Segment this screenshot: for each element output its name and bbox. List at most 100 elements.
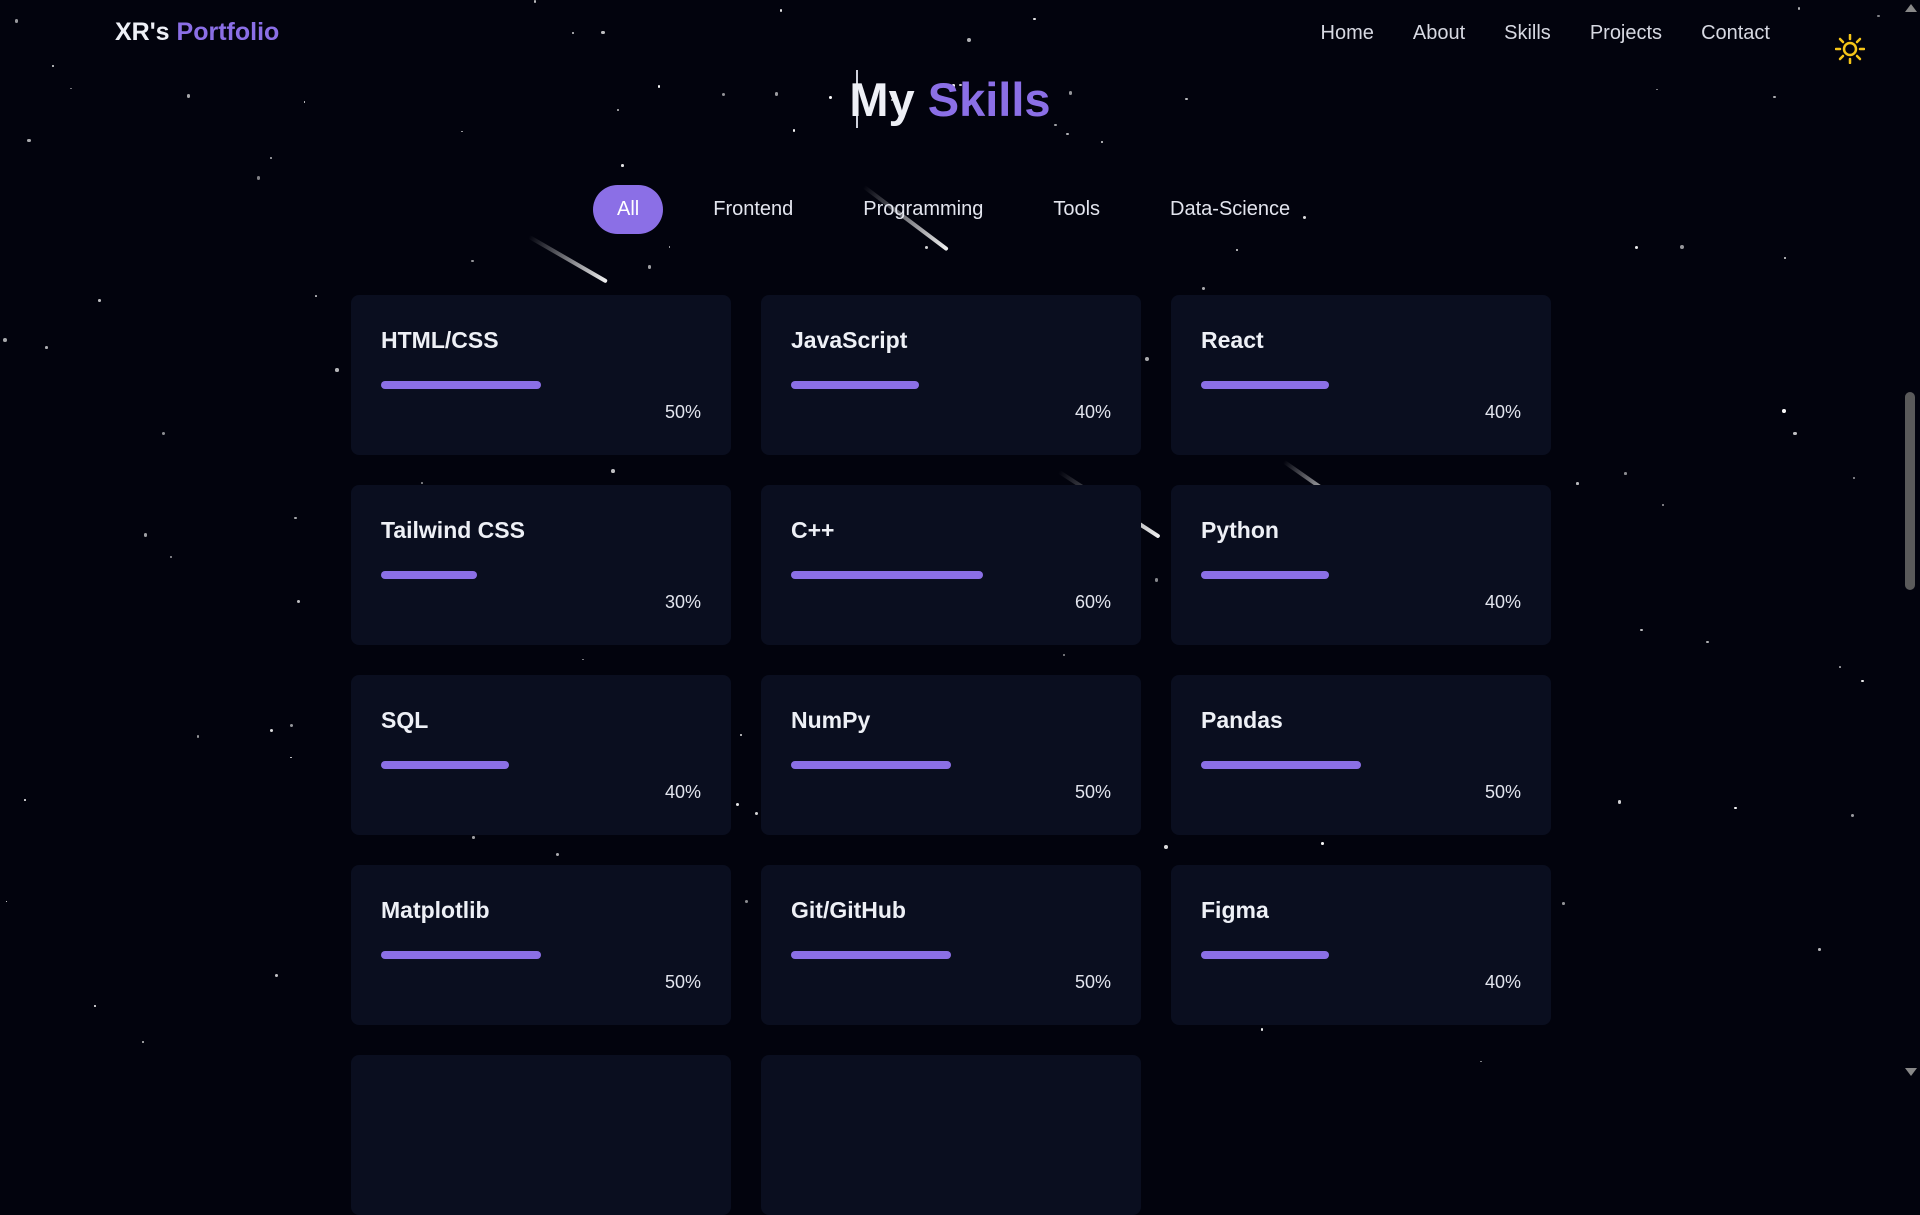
skill-progress-fill — [1201, 571, 1329, 579]
skill-percent: 40% — [1074, 402, 1111, 422]
star — [94, 1004, 97, 1007]
star — [45, 346, 49, 350]
skill-name: Figma — [1201, 897, 1269, 923]
site-logo[interactable]: XR's Portfolio — [115, 18, 279, 47]
star — [792, 128, 796, 132]
star — [461, 130, 463, 133]
tab-programming[interactable]: Programming — [843, 185, 1003, 234]
skill-percent: 40% — [664, 782, 701, 802]
star — [335, 368, 339, 372]
section-title: My Skills — [0, 72, 1900, 127]
star — [735, 803, 739, 807]
skill-card: Matplotlib 50% — [351, 865, 731, 1025]
skill-name: Matplotlib — [381, 897, 490, 923]
skill-progress-bar — [791, 951, 1111, 959]
tab-tools[interactable]: Tools — [1033, 185, 1120, 234]
star — [1624, 472, 1627, 475]
skill-progress-bar — [1201, 951, 1521, 959]
nav-link-about[interactable]: About — [1413, 22, 1465, 45]
skill-percent: 40% — [1484, 592, 1521, 612]
star — [1783, 256, 1786, 259]
nav-link-contact[interactable]: Contact — [1701, 22, 1770, 45]
star — [745, 899, 749, 903]
skill-progress-bar — [1201, 571, 1521, 579]
scroll-thumb[interactable] — [1905, 392, 1915, 590]
skill-progress-fill — [1201, 951, 1329, 959]
star — [1734, 806, 1737, 810]
skill-progress-bar — [381, 571, 701, 579]
skill-progress-bar — [791, 571, 1111, 579]
nav-link-projects[interactable]: Projects — [1590, 22, 1662, 45]
skill-percent: 50% — [664, 402, 701, 422]
star — [269, 729, 273, 733]
skill-card: Git/GitHub 50% — [761, 865, 1141, 1025]
skill-progress-bar — [1201, 381, 1521, 389]
skill-card-partial — [761, 1055, 1141, 1215]
scroll-up-arrow-icon[interactable] — [1905, 4, 1917, 12]
skill-name: React — [1201, 327, 1264, 353]
sun-icon — [1834, 33, 1866, 65]
skill-progress-bar — [381, 381, 701, 389]
skill-percent: 50% — [1074, 972, 1111, 992]
star — [1100, 141, 1103, 144]
nav-link-home[interactable]: Home — [1321, 22, 1374, 45]
star — [739, 733, 742, 736]
star — [1662, 503, 1665, 506]
skill-name: Python — [1201, 517, 1279, 543]
star — [314, 294, 317, 297]
star — [290, 756, 292, 759]
star — [1782, 409, 1786, 413]
skill-card: C++ 60% — [761, 485, 1141, 645]
skill-filter-tabs: All Frontend Programming Tools Data-Scie… — [593, 185, 1340, 234]
star — [294, 516, 297, 520]
skill-card: Pandas 50% — [1171, 675, 1551, 835]
skill-progress-fill — [791, 761, 951, 769]
star — [1236, 249, 1239, 252]
star — [1561, 902, 1565, 906]
scroll-down-arrow-icon[interactable] — [1905, 1068, 1917, 1076]
skill-card: JavaScript 40% — [761, 295, 1141, 455]
star — [27, 139, 31, 143]
star — [582, 658, 584, 661]
skill-name: HTML/CSS — [381, 327, 499, 353]
star — [1818, 947, 1821, 951]
star — [1145, 356, 1150, 361]
skill-card: Figma 40% — [1171, 865, 1551, 1025]
star — [610, 468, 615, 473]
tab-data-science[interactable]: Data-Science — [1150, 185, 1310, 234]
tab-frontend[interactable]: Frontend — [693, 185, 813, 234]
star — [1164, 845, 1168, 850]
theme-toggle-button[interactable] — [1834, 33, 1866, 65]
star — [420, 481, 423, 484]
skill-progress-fill — [381, 761, 509, 769]
skill-card: React 40% — [1171, 295, 1551, 455]
skill-card: SQL 40% — [351, 675, 731, 835]
logo-accent: Portfolio — [176, 18, 280, 46]
skill-progress-fill — [1201, 381, 1329, 389]
star — [668, 246, 671, 249]
skill-progress-fill — [381, 381, 541, 389]
skill-progress-bar — [1201, 761, 1521, 769]
star — [141, 1040, 145, 1044]
star — [472, 836, 476, 839]
star — [3, 337, 8, 342]
star — [1634, 245, 1638, 250]
skill-progress-bar — [791, 381, 1111, 389]
nav-link-skills[interactable]: Skills — [1504, 22, 1551, 45]
star — [196, 735, 200, 738]
skill-card-partial — [351, 1055, 731, 1215]
skill-name: Pandas — [1201, 707, 1283, 733]
top-navbar: XR's Portfolio Home About Skills Project… — [0, 0, 1900, 70]
nav-links: Home About Skills Projects Contact — [1321, 22, 1770, 45]
star — [1850, 813, 1855, 818]
skill-percent: 40% — [1484, 972, 1521, 992]
tab-all[interactable]: All — [593, 185, 664, 234]
skill-name: Tailwind CSS — [381, 517, 525, 543]
page-scrollbar[interactable] — [1900, 0, 1920, 1080]
star — [1861, 679, 1864, 683]
star — [23, 798, 26, 801]
star — [647, 265, 652, 269]
star — [556, 852, 560, 856]
star — [1793, 431, 1797, 436]
skill-name: C++ — [791, 517, 835, 543]
